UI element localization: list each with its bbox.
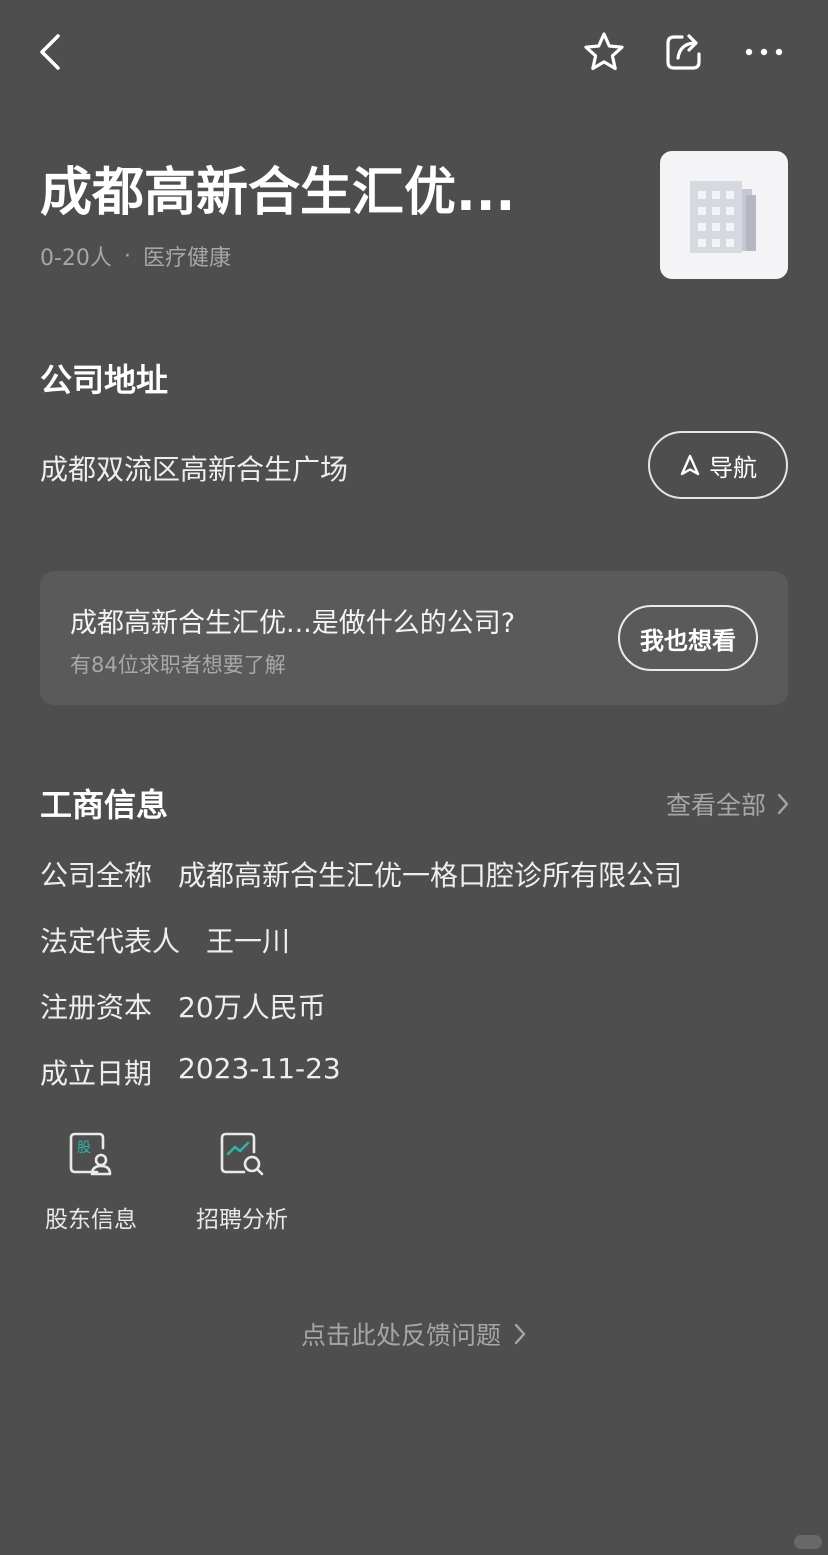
company-size: 0-20人 xyxy=(40,246,112,271)
question-text: 成都高新合生汇优...是做什么的公司? xyxy=(70,608,516,639)
more-button[interactable] xyxy=(738,28,790,76)
company-question-card: 成都高新合生汇优...是做什么的公司? 有84位求职者想要了解 我也想看 xyxy=(40,571,788,705)
company-title: 成都高新合生汇优... xyxy=(40,163,516,223)
info-value: 2023-11-23 xyxy=(178,1052,341,1085)
company-page: 成都高新合生汇优... 0-20人 · 医疗健康 公司地址 成都双流区高新合生广… xyxy=(0,0,828,1555)
more-dots-icon xyxy=(745,48,783,56)
info-label: 公司全称 xyxy=(40,859,153,892)
info-label: 成立日期 xyxy=(40,1057,153,1090)
shareholder-info-button[interactable]: 股 股东信息 xyxy=(31,1130,151,1234)
navigate-button[interactable]: 导航 xyxy=(648,431,788,499)
info-row-founded: 成立日期 2023-11-23 xyxy=(40,1052,341,1092)
share-icon xyxy=(666,34,701,70)
recruitment-analysis-label: 招聘分析 xyxy=(196,1207,288,1233)
address-section-title: 公司地址 xyxy=(40,361,169,399)
shareholder-info-label: 股东信息 xyxy=(45,1207,137,1233)
meta-separator: · xyxy=(123,243,131,269)
recruitment-analysis-button[interactable]: 招聘分析 xyxy=(182,1130,302,1234)
info-value: 成都高新合生汇优一格口腔诊所有限公司 xyxy=(178,859,683,892)
chart-search-icon xyxy=(220,1132,264,1176)
view-all-label: 查看全部 xyxy=(665,791,766,820)
share-button[interactable] xyxy=(660,28,708,76)
back-button[interactable] xyxy=(28,28,72,76)
top-bar xyxy=(0,0,828,104)
navigate-label: 导航 xyxy=(709,453,757,482)
info-row-legal-rep: 法定代表人 王一川 xyxy=(40,920,290,960)
shareholder-icon-char: 股 xyxy=(77,1140,91,1156)
view-all-link[interactable]: 查看全部 xyxy=(666,786,790,822)
address-text: 成都双流区高新合生广场 xyxy=(40,453,349,486)
navigation-arrow-icon xyxy=(680,454,700,476)
info-label: 法定代表人 xyxy=(40,925,181,958)
info-label: 注册资本 xyxy=(40,991,153,1024)
info-value: 20万人民币 xyxy=(178,991,326,1024)
company-logo xyxy=(660,151,788,279)
chevron-right-icon xyxy=(514,1323,526,1345)
business-section-title: 工商信息 xyxy=(40,786,169,824)
info-row-full-name: 公司全称 成都高新合生汇优一格口腔诊所有限公司 xyxy=(40,854,682,894)
info-value: 王一川 xyxy=(206,925,291,958)
favorite-button[interactable] xyxy=(580,28,628,76)
feedback-link[interactable]: 点击此处反馈问题 xyxy=(0,1316,828,1352)
watermark xyxy=(794,1535,822,1549)
chevron-left-icon xyxy=(40,34,60,70)
star-icon xyxy=(584,32,624,71)
question-subtext: 有84位求职者想要了解 xyxy=(70,653,286,677)
company-meta: 0-20人 · 医疗健康 xyxy=(40,240,231,272)
info-row-capital: 注册资本 20万人民币 xyxy=(40,986,326,1026)
want-to-know-button[interactable]: 我也想看 xyxy=(618,605,758,671)
feedback-label: 点击此处反馈问题 xyxy=(300,1321,501,1350)
shareholder-icon: 股 xyxy=(69,1132,112,1176)
building-icon xyxy=(690,181,756,253)
company-industry: 医疗健康 xyxy=(142,246,231,271)
chevron-right-icon xyxy=(777,793,789,815)
